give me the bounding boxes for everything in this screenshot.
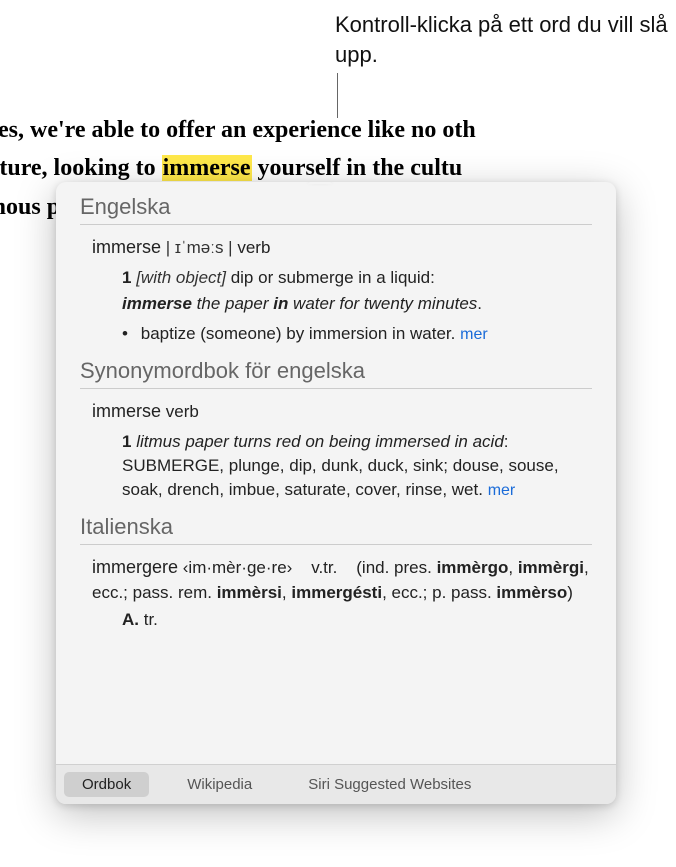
more-link[interactable]: mer <box>488 482 516 499</box>
pronunciation: ‹im·mèr·ge·re› <box>183 558 293 577</box>
headword: immerse <box>92 237 161 257</box>
sense-label: [with object] <box>136 268 226 287</box>
headword: immerse <box>92 401 161 421</box>
italian-headline: immergere ‹im·mèr·ge·re› v.tr. (ind. pre… <box>92 555 592 604</box>
italian-sense-a: A. tr. <box>92 608 592 632</box>
headword: immergere <box>92 557 178 577</box>
popover-body: Engelska immerse | ɪˈməːs | verb 1 [with… <box>56 182 616 764</box>
more-link[interactable]: mer <box>460 326 488 343</box>
tab-siri-suggested[interactable]: Siri Suggested Websites <box>290 772 489 797</box>
thesaurus-example: litmus paper turns red on being immersed… <box>136 432 504 451</box>
italian-entry: immergere ‹im·mèr·ge·re› v.tr. (ind. pre… <box>80 555 592 632</box>
popover-footer: Ordbok Wikipedia Siri Suggested Websites <box>56 764 616 804</box>
tab-wikipedia[interactable]: Wikipedia <box>169 772 270 797</box>
sense-letter: A. <box>122 610 139 629</box>
part-of-speech: verb <box>237 238 270 257</box>
part-of-speech: v.tr. <box>311 558 337 577</box>
thesaurus-sense-1: 1 litmus paper turns red on being immers… <box>92 430 592 502</box>
sense-example: immerse the paper in water for twenty mi… <box>122 292 592 316</box>
synonym-primary: SUBMERGE <box>122 456 219 475</box>
thesaurus-headline: immerse verb <box>92 399 592 424</box>
section-thesaurus-title: Synonymordbok för engelska <box>80 358 592 389</box>
lookup-popover: Engelska immerse | ɪˈməːs | verb 1 [with… <box>56 182 616 804</box>
doc-line-1: ckages, we're able to offer an experienc… <box>0 111 676 149</box>
subsense-definition: baptize (someone) by immersion in water. <box>141 324 456 343</box>
tab-dictionary[interactable]: Ordbok <box>64 772 149 797</box>
bullet-icon: • <box>122 322 136 346</box>
english-entry: immerse | ɪˈməːs | verb 1 [with object] … <box>80 235 592 346</box>
sense-abbr: tr. <box>144 610 158 629</box>
english-headline: immerse | ɪˈməːs | verb <box>92 235 592 260</box>
sense-definition: dip or submerge in a liquid: <box>231 268 435 287</box>
sense-number: 1 <box>122 432 131 451</box>
pronunciation: | ɪˈməːs | <box>166 238 233 257</box>
callout-text: Kontroll-klicka på ett ord du vill slå u… <box>335 10 676 69</box>
thesaurus-entry: immerse verb 1 litmus paper turns red on… <box>80 399 592 502</box>
english-subsense: • baptize (someone) by immersion in wate… <box>92 322 592 346</box>
section-english-title: Engelska <box>80 194 592 225</box>
sense-number: 1 <box>122 268 131 287</box>
english-sense-1: 1 [with object] dip or submerge in a liq… <box>92 266 592 316</box>
highlighted-word[interactable]: immerse <box>162 155 252 181</box>
part-of-speech: verb <box>166 402 199 421</box>
section-italian-title: Italienska <box>80 514 592 545</box>
